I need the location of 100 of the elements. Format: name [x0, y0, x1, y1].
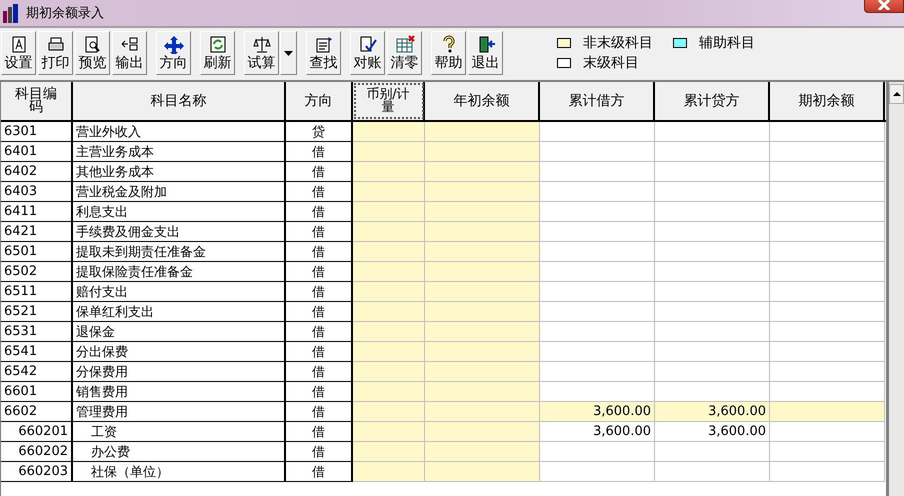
- dropdown-button[interactable]: [280, 31, 297, 75]
- table-cell: 主营业务成本: [73, 142, 286, 162]
- table-cell: 管理费用: [73, 402, 286, 422]
- table-cell: 其他业务成本: [73, 162, 286, 182]
- table-cell: [353, 362, 425, 382]
- table-cell: 工资: [73, 422, 286, 442]
- table-cell: 借: [286, 422, 353, 442]
- toolbar-button[interactable]: 输出: [112, 31, 147, 75]
- table-cell: [353, 382, 425, 402]
- table-cell: 借: [286, 322, 353, 342]
- table-cell: 6401: [1, 142, 73, 162]
- table-cell: 借: [286, 282, 353, 302]
- table-cell: 借: [286, 462, 353, 482]
- column-header[interactable]: 年初余额: [425, 82, 540, 120]
- column-header[interactable]: 方向: [286, 82, 353, 120]
- column-header[interactable]: 累计贷方: [655, 82, 770, 120]
- table-cell: 3,600.00: [655, 422, 770, 442]
- toolbar-button[interactable]: 查找: [306, 31, 341, 75]
- table-cell: [353, 222, 425, 242]
- table-cell: 借: [286, 342, 353, 362]
- table-cell: 借: [286, 262, 353, 282]
- scrollbar[interactable]: [886, 82, 904, 496]
- caret-icon: [284, 50, 293, 56]
- toolbar-button[interactable]: 帮助: [431, 31, 466, 75]
- table-cell: 借: [286, 202, 353, 222]
- table-cell: 提取保险责任准备金: [73, 262, 286, 282]
- table-cell: [353, 342, 425, 362]
- toolbar-button[interactable]: 方向: [156, 31, 191, 75]
- table-cell: 3,600.00: [540, 402, 655, 422]
- legend-label: 辅助科目: [699, 34, 755, 52]
- table-cell: 退保金: [73, 322, 286, 342]
- scroll-up-button[interactable]: [889, 84, 904, 104]
- column-header[interactable]: 期初余额: [770, 82, 885, 120]
- table-cell: 借: [286, 442, 353, 462]
- table-cell: 手续费及佣金支出: [73, 222, 286, 242]
- column-header[interactable]: 科目名称: [73, 82, 286, 120]
- legend-label: 末级科目: [583, 54, 639, 72]
- table-cell: 贷: [286, 122, 353, 142]
- table-cell: 社保（单位）: [73, 462, 286, 482]
- scale-icon: [250, 35, 272, 54]
- table-cell: 6402: [1, 162, 73, 182]
- table-cell: 借: [286, 382, 353, 402]
- table-cell: 6502: [1, 262, 73, 282]
- table-cell: [353, 402, 425, 422]
- table-cell: 660201: [1, 422, 73, 442]
- up-arrow-icon: [892, 92, 900, 96]
- table-cell: 赔付支出: [73, 282, 286, 302]
- window-title: 期初余额录入: [26, 5, 104, 22]
- table-cell: 销售费用: [73, 382, 286, 402]
- table-cell: 6602: [1, 402, 73, 422]
- table-cell: 6501: [1, 242, 73, 262]
- table-cell: 6411: [1, 202, 73, 222]
- table-cell: 3,600.00: [540, 422, 655, 442]
- table-cell: 6531: [1, 322, 73, 342]
- toolbar-button[interactable]: 预览: [75, 31, 110, 75]
- column-header[interactable]: 科目编码: [1, 82, 73, 120]
- table-cell: [353, 322, 425, 342]
- table-cell: 借: [286, 402, 353, 422]
- table-cell: 借: [286, 362, 353, 382]
- table-cell: 营业税金及附加: [73, 182, 286, 202]
- table-cell: [353, 422, 425, 442]
- table-cell: [353, 122, 425, 142]
- table-cell: 6521: [1, 302, 73, 322]
- table-cell: 6403: [1, 182, 73, 202]
- toolbar-button[interactable]: 对账: [350, 31, 385, 75]
- table-cell: 借: [286, 302, 353, 322]
- table-cell: 6541: [1, 342, 73, 362]
- table-cell: 6301: [1, 122, 73, 142]
- table-cell: 6601: [1, 382, 73, 402]
- table-cell: [353, 202, 425, 222]
- table-cell: 办公费: [73, 442, 286, 462]
- table-cell: 分保费用: [73, 362, 286, 382]
- table-cell: 借: [286, 242, 353, 262]
- table-cell: 营业外收入: [73, 122, 286, 142]
- table-cell: [353, 162, 425, 182]
- table-cell: 6421: [1, 222, 73, 242]
- toolbar-button[interactable]: 刷新: [200, 31, 235, 75]
- clear-table-icon: [394, 35, 416, 54]
- table-cell: 借: [286, 142, 353, 162]
- toolbar-button[interactable]: 清零: [387, 31, 422, 75]
- table-cell: 分出保费: [73, 342, 286, 362]
- toolbar-button[interactable]: 打印: [38, 31, 73, 75]
- table-cell: 借: [286, 222, 353, 242]
- table-cell: 3,600.00: [655, 402, 770, 422]
- table-cell: 提取未到期责任准备金: [73, 242, 286, 262]
- toolbar-button[interactable]: 设置: [1, 31, 36, 75]
- table-cell: [353, 182, 425, 202]
- toolbar-button[interactable]: 试算: [244, 31, 279, 75]
- table-cell: [353, 242, 425, 262]
- close-button[interactable]: [864, 0, 904, 13]
- column-header[interactable]: 币别/计量: [353, 82, 425, 120]
- arrows-icon: [162, 35, 184, 54]
- table-cell: [353, 442, 425, 462]
- table-cell: [353, 262, 425, 282]
- table-cell: 660202: [1, 442, 73, 462]
- table-cell: [353, 462, 425, 482]
- table-cell: 借: [286, 162, 353, 182]
- column-header[interactable]: 累计借方: [540, 82, 655, 120]
- app-icon: [2, 3, 20, 23]
- toolbar-button[interactable]: 退出: [468, 31, 503, 75]
